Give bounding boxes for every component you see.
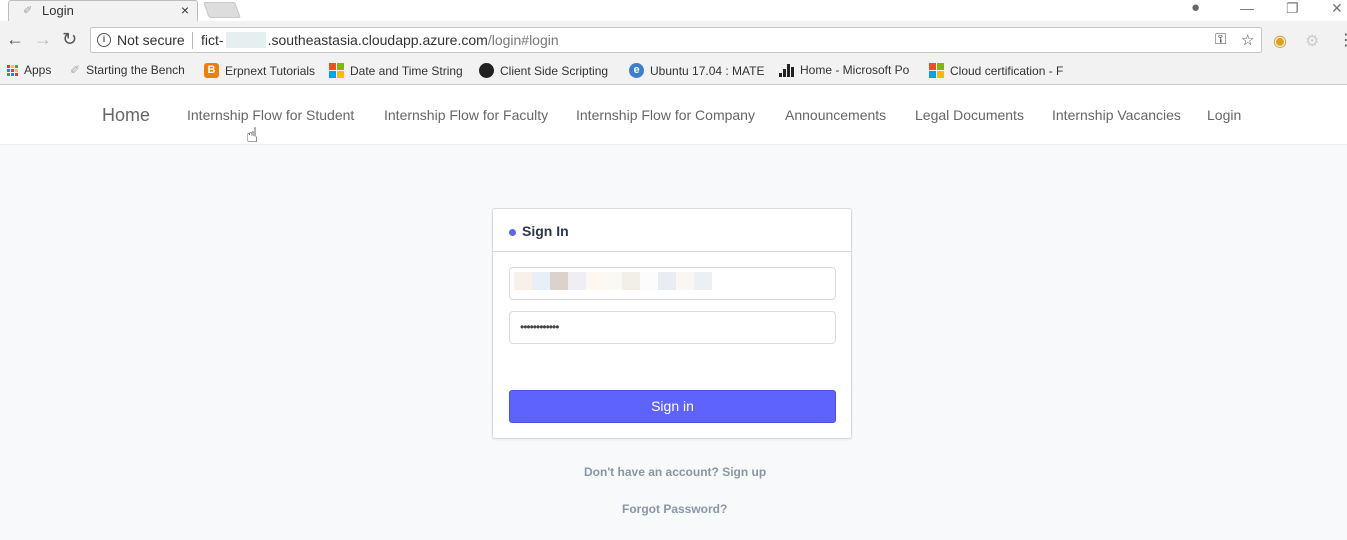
- info-icon[interactable]: i: [97, 33, 111, 47]
- bookmark-date-time-string[interactable]: Date and Time String: [329, 63, 463, 78]
- microsoft-logo-icon: [929, 63, 944, 78]
- nav-internship-flow-faculty[interactable]: Internship Flow for Faculty: [384, 107, 548, 123]
- card-header: Sign In: [493, 209, 851, 252]
- redacted-email: [514, 272, 712, 290]
- nav-login[interactable]: Login: [1207, 107, 1241, 123]
- bookmarks-bar: Apps ✐ Starting the Bench B Erpnext Tuto…: [0, 59, 1347, 85]
- url-prefix: fict-: [201, 32, 224, 48]
- signin-card: Sign In •••••••••••• Sign in: [492, 208, 852, 439]
- new-tab-button[interactable]: [203, 2, 241, 18]
- browser-chrome: ✐ Login × ● — ❐ ✕ ← → ↻ i Not secure fic…: [0, 0, 1347, 85]
- nav-internship-flow-company[interactable]: Internship Flow for Company: [576, 107, 755, 123]
- close-window-icon[interactable]: ✕: [1331, 0, 1343, 17]
- site-navbar: Home Internship Flow for Student Interns…: [0, 85, 1347, 145]
- tab-favicon-icon: ✐: [23, 5, 33, 17]
- bookmark-apps[interactable]: Apps: [7, 63, 51, 77]
- divider: [192, 32, 193, 49]
- card-title: Sign In: [522, 223, 569, 239]
- restore-icon[interactable]: ❐: [1286, 0, 1299, 17]
- nav-internship-flow-student[interactable]: Internship Flow for Student: [187, 107, 354, 123]
- url-text[interactable]: fict- .southeastasia.cloudapp.azure.com/l…: [201, 32, 559, 48]
- email-input[interactable]: [509, 267, 836, 300]
- browser-toolbar: ← → ↻ i Not secure fict- .southeastasia.c…: [0, 21, 1347, 59]
- bookmark-label: Erpnext Tutorials: [225, 63, 316, 78]
- nav-legal-documents[interactable]: Legal Documents: [915, 107, 1024, 123]
- extension-tv-icon[interactable]: ◉: [1273, 31, 1287, 51]
- microsoft-logo-icon: [329, 63, 344, 78]
- bookmark-ubuntu-mate[interactable]: e Ubuntu 17.04 : MATE: [629, 63, 765, 78]
- bookmark-label: Client Side Scripting: [500, 63, 609, 78]
- star-icon[interactable]: ☆: [1241, 31, 1254, 49]
- url-domain: .southeastasia.cloudapp.azure.com: [267, 32, 488, 48]
- forward-icon[interactable]: →: [34, 29, 52, 50]
- bookmark-cloud-certification[interactable]: Cloud certification - F: [929, 63, 1063, 78]
- bookmark-label: Starting the Bench: [86, 63, 185, 77]
- back-icon[interactable]: ←: [6, 29, 24, 50]
- browser-tab[interactable]: ✐ Login ×: [8, 0, 198, 21]
- bookmark-label: Home - Microsoft Po: [800, 63, 910, 77]
- address-bar[interactable]: i Not secure fict- .southeastasia.cloudap…: [90, 27, 1262, 53]
- bookmark-favicon-icon: ✐: [70, 63, 81, 77]
- url-path: /login#login: [487, 32, 559, 48]
- redacted-region: [225, 32, 266, 48]
- password-value: ••••••••••••: [520, 320, 559, 334]
- bookmark-starting-the-bench[interactable]: ✐ Starting the Bench: [70, 63, 185, 77]
- nav-internship-vacancies[interactable]: Internship Vacancies: [1052, 107, 1181, 123]
- bookmark-erpnext-tutorials[interactable]: B Erpnext Tutorials: [204, 63, 315, 78]
- signal-bars-icon: [779, 63, 794, 77]
- nav-announcements[interactable]: Announcements: [785, 107, 886, 123]
- signup-link[interactable]: Don't have an account? Sign up: [584, 465, 766, 479]
- key-icon[interactable]: ⚿: [1215, 31, 1226, 48]
- password-input[interactable]: ••••••••••••: [509, 311, 836, 344]
- ie-icon: e: [629, 63, 644, 78]
- blogger-icon: B: [204, 63, 219, 78]
- sign-in-button[interactable]: Sign in: [509, 390, 836, 423]
- status-dot-icon: [509, 229, 516, 236]
- apps-grid-icon: [7, 64, 18, 76]
- bookmark-label: Ubuntu 17.04 : MATE: [650, 63, 765, 78]
- bookmark-client-side-scripting[interactable]: Client Side Scripting: [479, 63, 608, 78]
- forgot-password-link[interactable]: Forgot Password?: [622, 502, 727, 516]
- tab-close-icon[interactable]: ×: [181, 2, 189, 18]
- bookmark-label: Cloud certification - F: [950, 63, 1064, 78]
- tab-title: Login: [42, 3, 74, 18]
- bookmark-label: Apps: [24, 63, 52, 77]
- tab-strip: ✐ Login × ● — ❐ ✕: [0, 0, 1347, 21]
- bookmark-home-microsoft[interactable]: Home - Microsoft Po: [779, 63, 909, 77]
- security-label: Not secure: [117, 32, 185, 48]
- extension-gears-icon[interactable]: ⚙: [1305, 31, 1319, 51]
- bookmark-label: Date and Time String: [350, 63, 463, 78]
- github-icon: [479, 63, 494, 78]
- minimize-icon[interactable]: —: [1240, 0, 1254, 16]
- profile-icon[interactable]: ●: [1191, 0, 1200, 16]
- menu-kebab-icon[interactable]: ⋮: [1338, 30, 1347, 50]
- reload-icon[interactable]: ↻: [62, 29, 77, 50]
- hand-cursor-icon: ☝: [246, 125, 259, 147]
- nav-home[interactable]: Home: [102, 105, 150, 126]
